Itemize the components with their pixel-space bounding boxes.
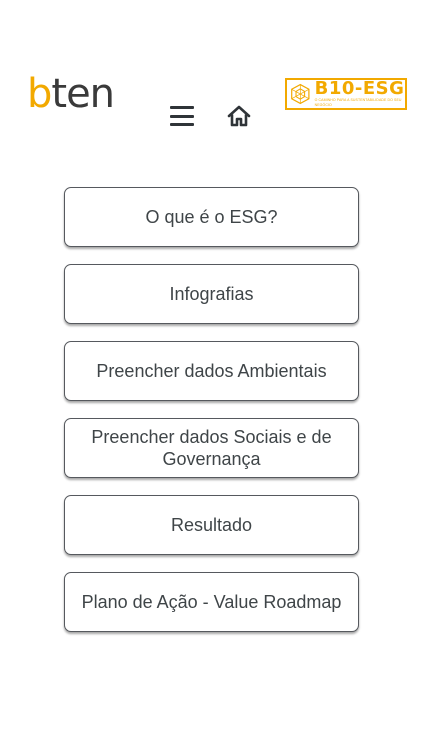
infographics-button[interactable]: Infografias bbox=[64, 264, 359, 324]
b10-esg-logo: B10-ESG O CAMINHO PARA A SUSTENTABILIDAD… bbox=[285, 78, 407, 110]
social-governance-data-button[interactable]: Preencher dados Sociais e de Governança bbox=[64, 418, 359, 478]
action-plan-button[interactable]: Plano de Ação - Value Roadmap bbox=[64, 572, 359, 632]
what-is-esg-button[interactable]: O que é o ESG? bbox=[64, 187, 359, 247]
main-menu: O que é o ESG? Infografias Preencher dad… bbox=[64, 187, 359, 649]
hamburger-icon[interactable] bbox=[170, 106, 194, 126]
environmental-data-button[interactable]: Preencher dados Ambientais bbox=[64, 341, 359, 401]
app-header: bten B10-ESG O CAMINHO PARA A SUSTENTABI… bbox=[0, 0, 422, 150]
home-icon[interactable] bbox=[226, 103, 252, 129]
b10-esg-tagline: O CAMINHO PARA A SUSTENTABILIDADE DO SEU… bbox=[314, 98, 402, 107]
hexagon-logo-icon bbox=[291, 83, 310, 105]
results-button[interactable]: Resultado bbox=[64, 495, 359, 555]
b10-esg-brand: B10-ESG bbox=[314, 78, 405, 99]
bten-logo: bten bbox=[27, 71, 115, 117]
